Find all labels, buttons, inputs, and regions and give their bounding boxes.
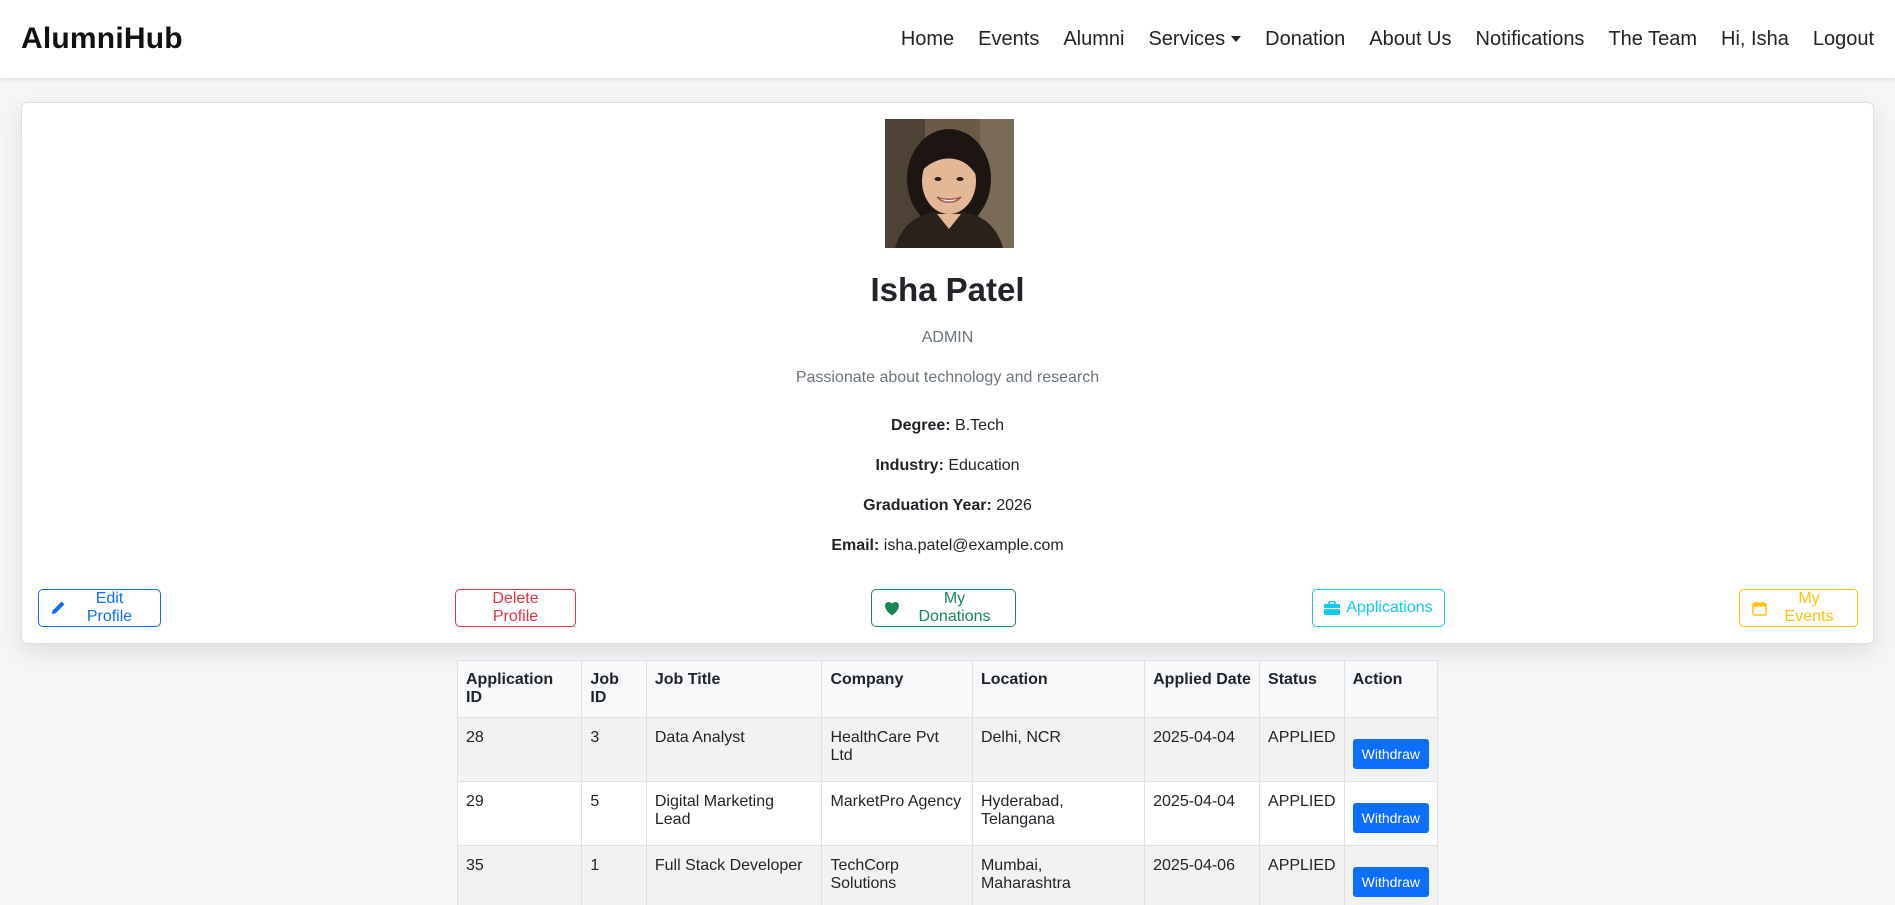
withdraw-button[interactable]: Withdraw xyxy=(1352,803,1429,833)
cell-action: Withdraw xyxy=(1343,781,1439,846)
profile-avatar xyxy=(885,119,1014,248)
profile-bio: Passionate about technology and research xyxy=(795,369,1100,386)
profile-role: ADMIN xyxy=(921,329,974,346)
my-events-label: My Events xyxy=(1784,590,1834,625)
delete-profile-button[interactable]: Delete Profile xyxy=(455,589,576,627)
col-company: Company xyxy=(821,660,973,718)
cell-job-id: 3 xyxy=(581,717,647,782)
detail-graduation-year: Graduation Year: 2026 xyxy=(22,497,1873,515)
nav-events[interactable]: Events xyxy=(966,28,1051,51)
cell-job-id: 1 xyxy=(581,845,647,905)
profile-card: Isha Patel ADMIN Passionate about techno… xyxy=(21,102,1874,644)
withdraw-button[interactable]: Withdraw xyxy=(1352,867,1429,897)
cell-application-id: 28 xyxy=(456,717,583,782)
brand-logo[interactable]: AlumniHub xyxy=(21,22,183,56)
nav-menu: Home Events Alumni Services Donation Abo… xyxy=(889,28,1874,51)
col-location: Location xyxy=(971,660,1146,718)
cell-job-title: Full Stack Developer xyxy=(645,845,823,905)
cell-company: MarketPro Agency xyxy=(821,781,973,846)
nav-logout[interactable]: Logout xyxy=(1801,28,1874,51)
nav-alumni[interactable]: Alumni xyxy=(1051,28,1136,51)
col-application-id: Application ID xyxy=(456,660,583,718)
detail-email-value: isha.patel@example.com xyxy=(883,537,1064,554)
cell-status: APPLIED xyxy=(1259,717,1345,782)
detail-degree: Degree: B.Tech xyxy=(22,417,1873,435)
table-header-row: Application ID Job ID Job Title Company … xyxy=(456,660,1439,718)
nav-services-label: Services xyxy=(1148,27,1226,50)
cell-application-id: 35 xyxy=(456,845,583,905)
nav-notifications[interactable]: Notifications xyxy=(1464,28,1597,51)
cell-company: TechCorp Solutions xyxy=(821,845,973,905)
detail-industry-label: Industry: xyxy=(875,457,944,474)
nav-about-us[interactable]: About Us xyxy=(1357,28,1463,51)
pencil-icon xyxy=(51,601,65,615)
cell-action: Withdraw xyxy=(1343,845,1439,905)
col-status: Status xyxy=(1259,660,1345,718)
applications-label: Applications xyxy=(1346,599,1433,616)
my-events-button[interactable]: My Events xyxy=(1739,589,1858,627)
detail-graduation-value: 2026 xyxy=(996,497,1032,514)
profile-name: Isha Patel xyxy=(870,271,1025,308)
nav-user-greeting[interactable]: Hi, Isha xyxy=(1709,28,1801,51)
avatar-portrait-image xyxy=(885,119,1014,248)
edit-profile-label: Edit Profile xyxy=(86,590,133,625)
cell-applied-date: 2025-04-06 xyxy=(1144,845,1261,905)
detail-industry: Industry: Education xyxy=(22,457,1873,475)
briefcase-icon xyxy=(1324,601,1341,615)
cell-applied-date: 2025-04-04 xyxy=(1144,717,1261,782)
table-row: 28 3 Data Analyst HealthCare Pvt Ltd Del… xyxy=(456,717,1439,782)
cell-job-title: Data Analyst xyxy=(645,717,823,782)
applications-table: Application ID Job ID Job Title Company … xyxy=(456,660,1439,905)
cell-applied-date: 2025-04-04 xyxy=(1144,781,1261,846)
caret-down-icon xyxy=(1231,36,1242,42)
cell-location: Mumbai, Maharashtra xyxy=(971,845,1146,905)
my-donations-label: My Donations xyxy=(918,590,991,625)
cell-action: Withdraw xyxy=(1343,717,1439,782)
cell-company: HealthCare Pvt Ltd xyxy=(821,717,973,782)
detail-degree-value: B.Tech xyxy=(955,417,1004,434)
col-job-title: Job Title xyxy=(645,660,823,718)
edit-profile-button[interactable]: Edit Profile xyxy=(38,589,161,627)
col-action: Action xyxy=(1343,660,1439,718)
detail-industry-value: Education xyxy=(948,457,1020,474)
calendar-icon xyxy=(1752,600,1767,616)
nav-the-team[interactable]: The Team xyxy=(1596,28,1709,51)
cell-job-title: Digital Marketing Lead xyxy=(645,781,823,846)
detail-email: Email: isha.patel@example.com xyxy=(22,537,1873,555)
detail-email-label: Email: xyxy=(831,537,880,554)
detail-graduation-label: Graduation Year: xyxy=(863,497,992,514)
cell-location: Delhi, NCR xyxy=(971,717,1146,782)
withdraw-button[interactable]: Withdraw xyxy=(1352,739,1429,769)
cell-job-id: 5 xyxy=(581,781,647,846)
applications-button[interactable]: Applications xyxy=(1312,589,1445,627)
heart-icon xyxy=(885,601,899,615)
cell-application-id: 29 xyxy=(456,781,583,846)
table-row: 29 5 Digital Marketing Lead MarketPro Ag… xyxy=(456,781,1439,846)
detail-degree-label: Degree: xyxy=(891,417,951,434)
nav-home[interactable]: Home xyxy=(889,28,966,51)
nav-services-dropdown[interactable]: Services xyxy=(1136,28,1253,51)
cell-status: APPLIED xyxy=(1259,781,1345,846)
top-navbar: AlumniHub Home Events Alumni Services Do… xyxy=(0,0,1895,78)
delete-profile-label: Delete Profile xyxy=(492,590,539,625)
col-job-id: Job ID xyxy=(581,660,647,718)
col-applied-date: Applied Date xyxy=(1144,660,1261,718)
nav-donation[interactable]: Donation xyxy=(1253,28,1357,51)
table-row: 35 1 Full Stack Developer TechCorp Solut… xyxy=(456,845,1439,905)
cell-location: Hyderabad, Telangana xyxy=(971,781,1146,846)
cell-status: APPLIED xyxy=(1259,845,1345,905)
my-donations-button[interactable]: My Donations xyxy=(871,589,1016,627)
